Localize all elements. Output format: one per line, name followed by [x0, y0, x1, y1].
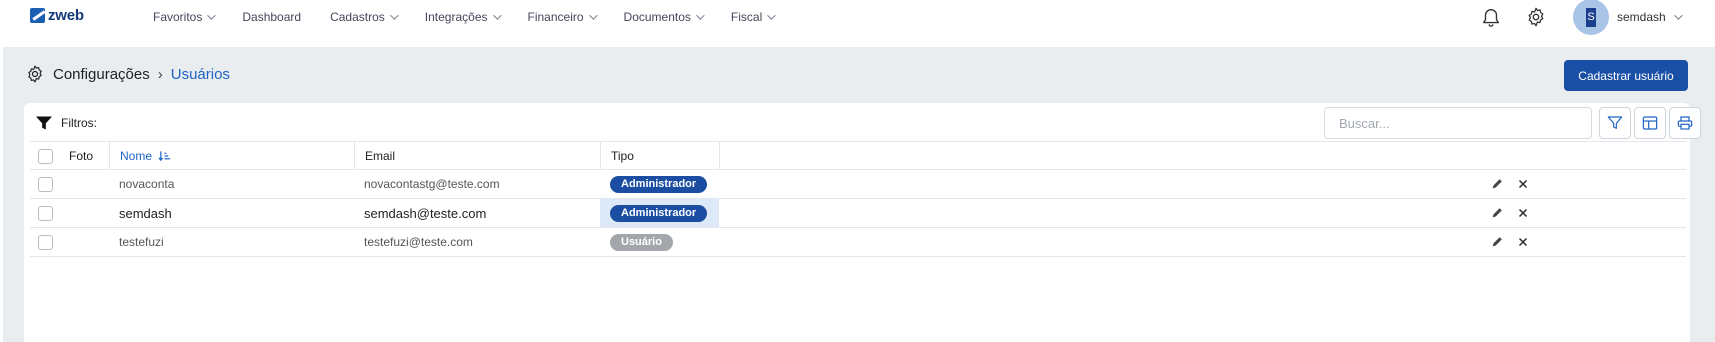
column-header-tipo[interactable]: Tipo	[600, 142, 719, 170]
filters-label: Filtros:	[61, 116, 97, 130]
breadcrumb-current: Usuários	[170, 65, 230, 83]
nav-favoritos[interactable]: Favoritos	[153, 9, 217, 24]
chevron-down-icon	[207, 10, 217, 20]
cell-tipo: Administrador	[600, 199, 719, 227]
column-header-nome-label: Nome	[120, 149, 153, 163]
column-header-email[interactable]: Email	[354, 142, 600, 170]
table-row: semdash semdash@teste.com Administrador	[30, 199, 1686, 228]
row-checkbox[interactable]	[38, 176, 53, 192]
gear-icon	[28, 65, 42, 83]
logo-mark	[30, 8, 45, 23]
top-navbar: zweb Favoritos Dashboard Cadastros Integ…	[0, 0, 1715, 47]
chevron-down-icon	[492, 10, 502, 20]
chevron-down-icon	[767, 10, 776, 20]
delete-icon[interactable]	[1516, 235, 1530, 249]
breadcrumb: Configurações › Usuários	[25, 64, 230, 84]
chevron-down-icon	[1673, 11, 1683, 20]
cell-email: semdash@teste.com	[364, 205, 487, 221]
logo-text: zweb	[48, 7, 84, 24]
user-menu[interactable]: S semdash	[1573, 0, 1683, 35]
chevron-down-icon	[588, 10, 598, 20]
delete-icon[interactable]	[1516, 206, 1530, 220]
edit-icon[interactable]	[1490, 177, 1504, 191]
row-checkbox[interactable]	[38, 234, 53, 250]
nav-financeiro-label: Financeiro	[527, 9, 584, 24]
column-header-nome[interactable]: Nome	[109, 142, 354, 170]
column-header-foto: Foto	[69, 149, 94, 163]
cell-nome: testefuzi	[119, 235, 164, 249]
filter-button[interactable]	[1599, 107, 1631, 139]
cell-email: novacontastg@teste.com	[364, 177, 500, 191]
select-all-checkbox[interactable]	[38, 148, 53, 164]
nav-documentos[interactable]: Documentos	[623, 9, 705, 24]
nav-integracoes-label: Integrações	[424, 9, 488, 24]
filters-toggle[interactable]: Filtros:	[35, 115, 97, 131]
nav-cadastros[interactable]: Cadastros	[330, 9, 399, 24]
table-header-row: Foto Nome Email Tipo	[30, 141, 1686, 170]
nav-fiscal-label: Fiscal	[730, 9, 763, 24]
printer-icon	[1677, 116, 1693, 130]
search-input[interactable]	[1324, 107, 1592, 139]
users-card: Filtros: Buscar... Foto Nome Email Tipo …	[24, 103, 1701, 342]
columns-button[interactable]	[1634, 107, 1666, 139]
edit-icon[interactable]	[1490, 235, 1504, 249]
nav-integracoes[interactable]: Integrações	[424, 9, 502, 24]
chevron-down-icon	[389, 10, 399, 20]
gear-icon[interactable]	[1525, 6, 1547, 28]
bell-icon[interactable]	[1480, 6, 1502, 28]
column-divider	[719, 142, 720, 170]
table-row: novaconta novacontastg@teste.com Adminis…	[30, 170, 1686, 199]
chevron-down-icon	[696, 10, 705, 20]
filter-outline-icon	[1607, 116, 1623, 129]
row-select-cell	[38, 199, 53, 227]
layout-columns-icon	[1642, 116, 1658, 130]
nav-fiscal[interactable]: Fiscal	[730, 9, 776, 24]
users-table: Foto Nome Email Tipo novaconta novaconta…	[30, 141, 1686, 257]
nav-dashboard-label: Dashboard	[242, 9, 302, 24]
filter-icon	[36, 116, 52, 130]
main-content: Configurações › Usuários Cadastrar usuár…	[3, 47, 1715, 342]
cell-tipo: Usuário	[610, 228, 673, 256]
user-name: semdash	[1617, 10, 1666, 24]
cell-nome: novaconta	[119, 177, 175, 191]
row-checkbox[interactable]	[38, 205, 53, 221]
select-all-cell	[38, 142, 53, 170]
role-badge: Usuário	[610, 233, 673, 251]
add-user-button[interactable]: Cadastrar usuário	[1564, 60, 1688, 91]
sort-ascending-icon	[158, 151, 171, 162]
row-select-cell	[38, 170, 53, 198]
cell-tipo: Administrador	[610, 170, 708, 198]
cell-nome: semdash	[119, 205, 172, 221]
breadcrumb-separator: ›	[157, 65, 163, 83]
main-nav: Favoritos Dashboard Cadastros Integraçõe…	[153, 0, 802, 33]
nav-financeiro[interactable]: Financeiro	[527, 9, 598, 24]
nav-cadastros-label: Cadastros	[330, 9, 385, 24]
cell-email: testefuzi@teste.com	[364, 235, 473, 249]
avatar: S	[1573, 0, 1609, 35]
print-button[interactable]	[1669, 107, 1701, 139]
row-select-cell	[38, 228, 53, 256]
app-logo[interactable]: zweb	[30, 7, 84, 24]
nav-dashboard[interactable]: Dashboard	[242, 10, 301, 24]
avatar-initial: S	[1586, 7, 1596, 27]
edit-icon[interactable]	[1490, 206, 1504, 220]
table-row: testefuzi testefuzi@teste.com Usuário	[30, 228, 1686, 257]
role-badge: Administrador	[610, 204, 708, 222]
nav-favoritos-label: Favoritos	[153, 9, 203, 24]
delete-icon[interactable]	[1516, 177, 1530, 191]
breadcrumb-root[interactable]: Configurações	[53, 66, 150, 83]
nav-documentos-label: Documentos	[623, 9, 691, 24]
role-badge: Administrador	[610, 175, 708, 193]
